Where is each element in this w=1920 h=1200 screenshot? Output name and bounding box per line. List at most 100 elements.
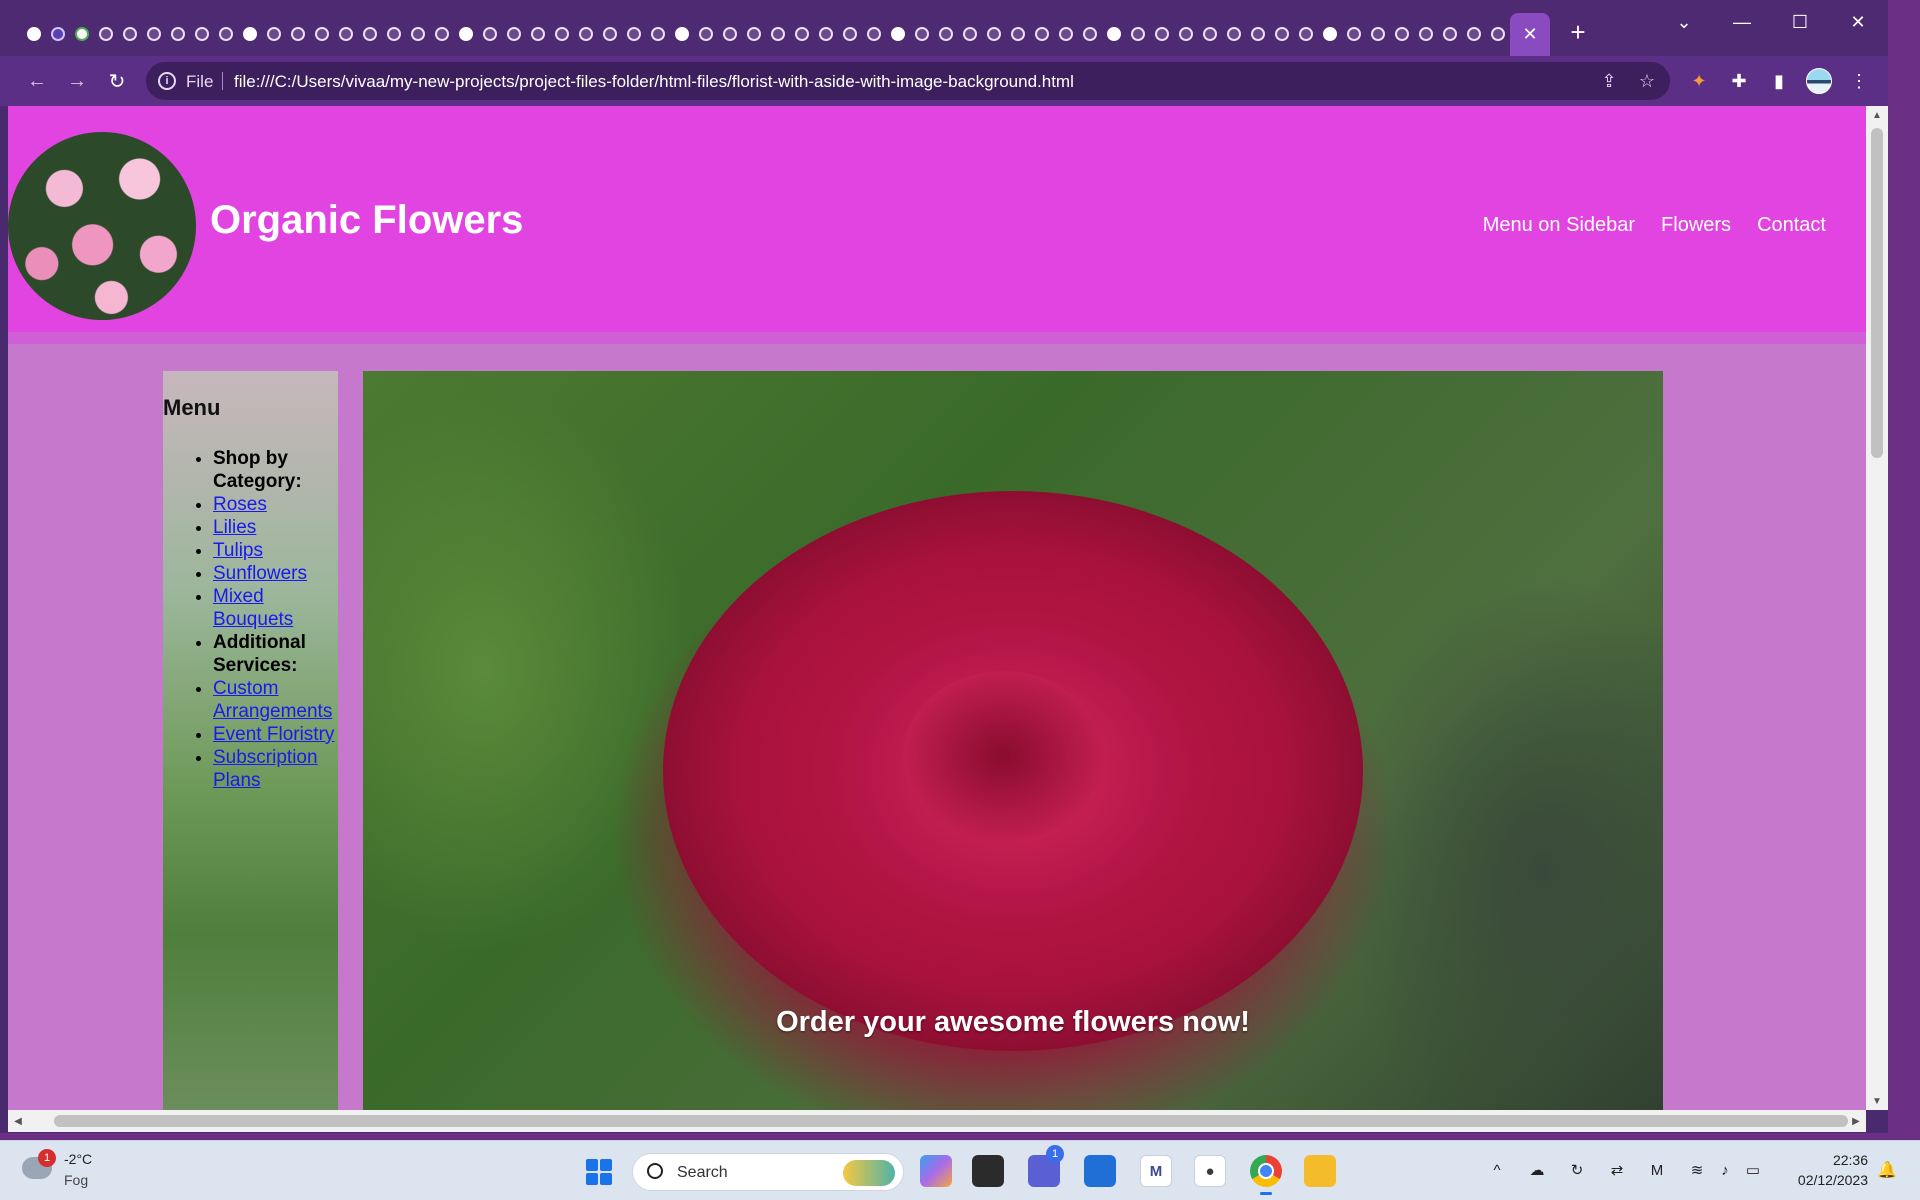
tab-favicon-icon[interactable] (1390, 22, 1414, 46)
bookmark-star-icon[interactable]: ☆ (1636, 70, 1658, 92)
tab-favicon-icon[interactable] (910, 22, 934, 46)
tab-favicon-icon[interactable] (286, 22, 310, 46)
sidebar-link[interactable]: Roses (213, 494, 267, 515)
sidebar-link-item[interactable]: Lilies (213, 516, 343, 539)
tab-favicon-icon[interactable] (94, 22, 118, 46)
tab-favicon-icon[interactable] (1150, 22, 1174, 46)
sidebar-link[interactable]: Mixed Bouquets (213, 586, 293, 630)
sidebar-link-item[interactable]: Roses (213, 493, 343, 516)
tab-favicon-icon[interactable] (526, 22, 550, 46)
tab-favicon-icon[interactable] (1462, 22, 1486, 46)
address-bar[interactable]: i File file:///C:/Users/vivaa/my-new-pro… (146, 62, 1670, 100)
sidebar-link-item[interactable]: Event Floristry (213, 723, 343, 746)
folder-app-icon[interactable] (1304, 1155, 1336, 1187)
tab-favicon-icon[interactable] (382, 22, 406, 46)
tab-favicon-icon[interactable] (70, 22, 94, 46)
tab-favicon-icon[interactable] (1438, 22, 1462, 46)
tab-favicon-icon[interactable] (406, 22, 430, 46)
tab-favicon-icon[interactable] (886, 22, 910, 46)
taskbar-clock[interactable]: 22:36 02/12/2023 (1786, 1150, 1868, 1190)
extensions-puzzle-icon[interactable]: ✚ (1726, 68, 1752, 94)
scroll-down-arrow-icon[interactable]: ▼ (1866, 1092, 1888, 1110)
tab-favicon-icon[interactable] (334, 22, 358, 46)
tab-favicon-icon[interactable] (310, 22, 334, 46)
tab-favicon-icon[interactable] (1342, 22, 1366, 46)
tab-favicon-icon[interactable] (838, 22, 862, 46)
tab-favicon-icon[interactable] (1078, 22, 1102, 46)
reload-button[interactable]: ↻ (102, 66, 132, 96)
tab-favicon-icon[interactable] (622, 22, 646, 46)
show-hidden-icons-chevron-icon[interactable]: ^ (1486, 1159, 1508, 1181)
wifi-icon[interactable]: ≋ (1686, 1159, 1708, 1181)
weather-temperature[interactable]: -2°C (64, 1151, 92, 1167)
sidebar-link-item[interactable]: Custom Arrangements (213, 677, 343, 723)
tab-favicon-icon[interactable] (574, 22, 598, 46)
gmail-tray-icon[interactable]: M (1646, 1159, 1668, 1181)
sync-icon[interactable]: ↻ (1566, 1159, 1588, 1181)
minimize-button[interactable]: — (1722, 8, 1762, 36)
tab-favicon-icon[interactable] (862, 22, 886, 46)
forward-button[interactable]: → (62, 66, 92, 96)
tab-favicon-icon[interactable] (718, 22, 742, 46)
tab-favicon-icon[interactable] (166, 22, 190, 46)
tab-favicon-icon[interactable] (1174, 22, 1198, 46)
tab-close-icon[interactable]: ✕ (1522, 24, 1537, 45)
back-button[interactable]: ← (22, 66, 52, 96)
tab-favicon-icon[interactable] (46, 22, 70, 46)
tab-favicon-icon[interactable] (766, 22, 790, 46)
site-info-icon[interactable]: i (158, 72, 176, 90)
nav-link-contact[interactable]: Contact (1757, 214, 1826, 237)
sidebar-link-item[interactable]: Subscription Plans (213, 746, 343, 792)
tab-favicon-icon[interactable] (1102, 22, 1126, 46)
tab-favicon-icon[interactable] (1030, 22, 1054, 46)
tab-search-dropdown-icon[interactable]: ⌄ (1664, 8, 1704, 36)
sidebar-link[interactable]: Event Floristry (213, 724, 334, 745)
start-button[interactable] (586, 1159, 612, 1185)
side-panel-icon[interactable]: ▮ (1766, 68, 1792, 94)
tab-favicon-icon[interactable] (694, 22, 718, 46)
tab-favicon-icon[interactable] (670, 22, 694, 46)
close-window-button[interactable]: ✕ (1838, 8, 1878, 36)
tab-favicon-icon[interactable] (646, 22, 670, 46)
nav-link-menu-on-sidebar[interactable]: Menu on Sidebar (1483, 214, 1635, 237)
microsoft-store-app-icon[interactable] (1084, 1155, 1116, 1187)
tab-favicon-icon[interactable] (982, 22, 1006, 46)
tab-favicon-icon[interactable] (1054, 22, 1078, 46)
vertical-scroll-thumb[interactable] (1871, 128, 1883, 458)
battery-icon[interactable]: ▭ (1742, 1159, 1764, 1181)
metamask-extension-icon[interactable]: ✦ (1686, 68, 1712, 94)
sidebar-link[interactable]: Sunflowers (213, 563, 307, 584)
nav-link-flowers[interactable]: Flowers (1661, 214, 1731, 237)
tab-favicon-icon[interactable] (190, 22, 214, 46)
tab-favicon-icon[interactable] (550, 22, 574, 46)
tab-favicon-icon[interactable] (958, 22, 982, 46)
sidebar-link[interactable]: Tulips (213, 540, 263, 561)
tab-favicon-icon[interactable] (22, 22, 46, 46)
tab-favicon-icon[interactable] (1246, 22, 1270, 46)
tab-favicon-icon[interactable] (238, 22, 262, 46)
tab-favicon-icon[interactable] (1414, 22, 1438, 46)
maximize-button[interactable]: ☐ (1780, 8, 1820, 36)
settings-toggle-icon[interactable]: ⇄ (1606, 1159, 1628, 1181)
tab-favicon-icon[interactable] (1318, 22, 1342, 46)
profile-avatar[interactable] (1806, 68, 1832, 94)
horizontal-scroll-thumb[interactable] (54, 1115, 1848, 1127)
tab-favicon-icon[interactable] (1270, 22, 1294, 46)
onedrive-cloud-icon[interactable]: ☁ (1526, 1159, 1548, 1181)
tab-favicon-icon[interactable] (214, 22, 238, 46)
tab-favicon-icon[interactable] (814, 22, 838, 46)
sidebar-link-item[interactable]: Tulips (213, 539, 343, 562)
scroll-left-arrow-icon[interactable]: ◀ (8, 1110, 28, 1132)
mail-app-icon[interactable]: M (1140, 1155, 1172, 1187)
tab-favicon-icon[interactable] (1126, 22, 1150, 46)
file-explorer-dark-app-icon[interactable] (972, 1155, 1004, 1187)
sidebar-link-item[interactable]: Mixed Bouquets (213, 585, 343, 631)
tab-favicon-icon[interactable] (1366, 22, 1390, 46)
tab-favicon-icon[interactable] (1486, 22, 1510, 46)
tab-favicon-icon[interactable] (1006, 22, 1030, 46)
taskbar-search[interactable]: Search (632, 1153, 904, 1191)
sidebar-link[interactable]: Lilies (213, 517, 256, 538)
chrome-app-icon[interactable] (1250, 1155, 1282, 1195)
tab-favicon-icon[interactable] (790, 22, 814, 46)
browser-menu-icon[interactable]: ⋮ (1846, 68, 1872, 94)
